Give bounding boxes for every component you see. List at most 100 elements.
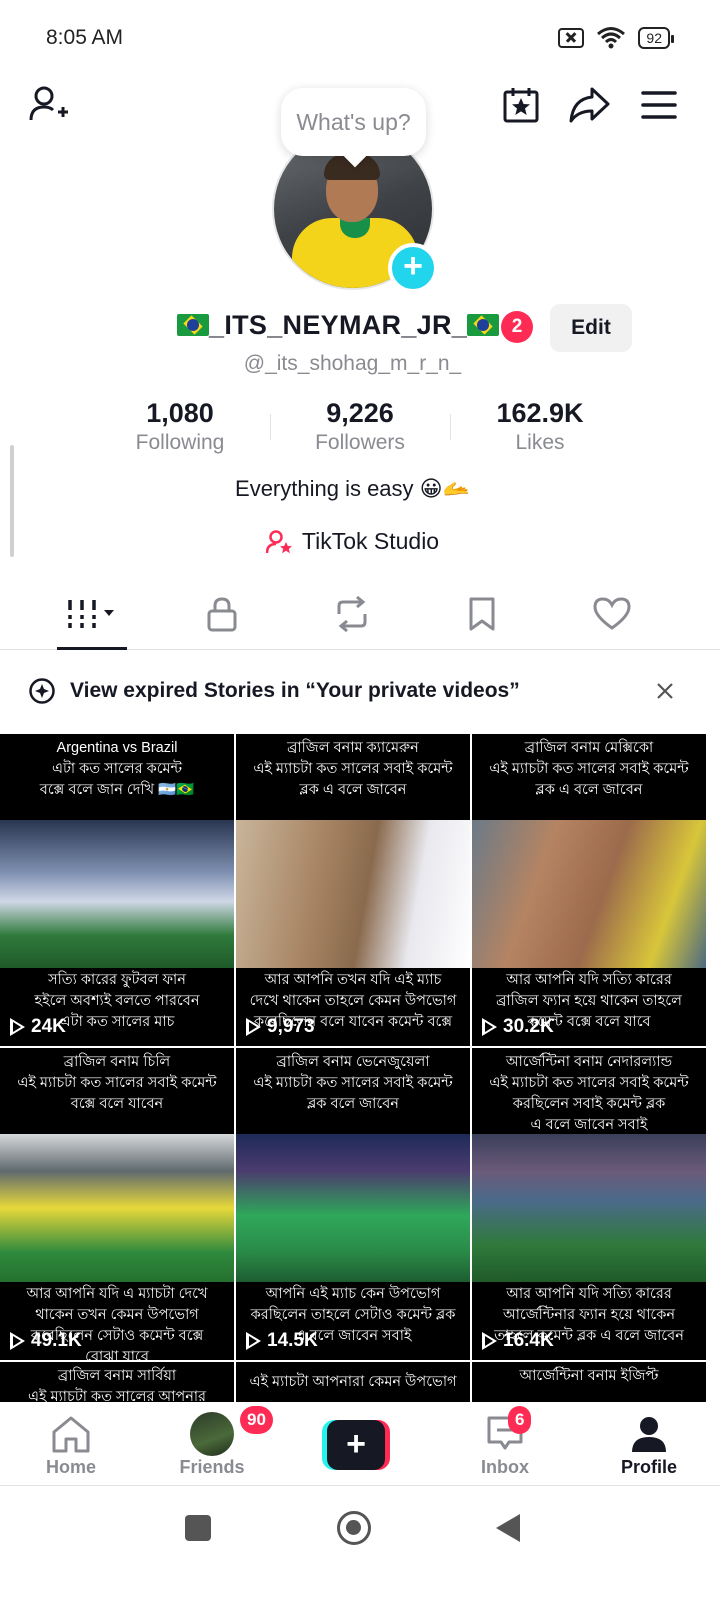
nav-inbox[interactable]: 6 Inbox: [450, 1402, 560, 1486]
following-label: Following: [135, 431, 225, 454]
tab-reposts[interactable]: [287, 578, 417, 649]
play-icon: [246, 1332, 261, 1350]
video-caption-top: Argentina vs Brazil এটা কত সালের কমেন্ট …: [39, 740, 195, 798]
expired-stories-banner[interactable]: View expired Stories in “Your private vi…: [0, 662, 720, 720]
likes-count: 162.9K: [496, 398, 584, 428]
view-count: 9,973: [246, 1016, 315, 1038]
video-tile[interactable]: ব্রাজিল বনাম মেক্সিকো এই ম্যাচটা কত সালে…: [472, 734, 706, 1046]
plus-icon: +: [327, 1420, 385, 1470]
tab-private[interactable]: [157, 578, 287, 649]
tab-videos[interactable]: [27, 578, 157, 650]
profile-bio[interactable]: Everything is easy 😀🫴: [0, 476, 705, 502]
friends-badge: 90: [240, 1406, 273, 1434]
nav-friends[interactable]: 90 Friends: [157, 1402, 273, 1486]
add-person-icon: [29, 86, 68, 121]
video-caption-top: আর্জেন্টিনা বনাম ইজিপ্ট: [519, 1368, 659, 1384]
scroll-indicator: [10, 445, 14, 557]
play-icon: [482, 1018, 497, 1036]
no-sim-icon: [558, 28, 585, 48]
bookmark-icon: [469, 597, 495, 630]
status-bar: 8:05 AM 92: [0, 0, 720, 80]
video-caption-top: ব্রাজিল বনাম সার্বিয়া এই ম্যাচটা কত সাল…: [27, 1368, 207, 1402]
play-icon: [10, 1018, 25, 1036]
video-tile[interactable]: আর্জেন্টিনা বনাম নেদারল্যান্ড এই ম্যাচটা…: [472, 1048, 706, 1360]
video-thumbnail: [236, 1134, 470, 1282]
inbox-badge: 6: [508, 1406, 532, 1434]
share-icon: [569, 87, 610, 123]
video-caption-top: ব্রাজিল বনাম মেক্সিকো এই ম্যাচটা কত সালে…: [489, 740, 689, 798]
video-thumbnail: [472, 820, 706, 968]
friends-avatar: [190, 1412, 234, 1456]
tab-liked[interactable]: [547, 578, 677, 649]
view-count: 14.5K: [246, 1330, 318, 1352]
video-tile[interactable]: এই ম্যাচটা আপনারা কেমন উপভোগ: [236, 1362, 470, 1402]
edit-profile-button[interactable]: Edit: [550, 304, 632, 352]
back-icon[interactable]: [494, 1512, 522, 1544]
studio-person-icon: [265, 529, 292, 553]
nav-home[interactable]: Home: [16, 1402, 126, 1486]
video-thumbnail: [0, 1134, 234, 1282]
calendar-star-icon: [503, 88, 539, 123]
menu-button[interactable]: [636, 82, 682, 128]
view-count: 30.2K: [482, 1016, 554, 1038]
heart-icon: [593, 596, 631, 630]
video-thumbnail: [0, 820, 234, 968]
lock-icon: [207, 596, 237, 631]
brazil-flag-icon: [467, 314, 500, 336]
close-banner-button[interactable]: [650, 676, 680, 706]
nav-home-label: Home: [45, 1457, 96, 1477]
play-icon: [10, 1332, 25, 1350]
notification-badge[interactable]: 2: [501, 311, 533, 343]
play-icon: [246, 1018, 261, 1036]
battery-indicator: 92: [638, 27, 674, 49]
status-time: 8:05 AM: [46, 26, 124, 49]
video-caption-top: আর্জেন্টিনা বনাম নেদারল্যান্ড এই ম্যাচটা…: [489, 1054, 689, 1133]
video-caption-top: ব্রাজিল বনাম ভেনেজুয়েলা এই ম্যাচটা কত স…: [253, 1054, 453, 1112]
grid-icon: [67, 599, 114, 628]
profile-stats: 1,080 Following 9,226 Followers 162.9K L…: [90, 398, 630, 462]
video-tile[interactable]: Argentina vs Brazil এটা কত সালের কমেন্ট …: [0, 734, 234, 1046]
expired-stories-text: View expired Stories in “Your private vi…: [70, 679, 520, 702]
video-tile[interactable]: ব্রাজিল বনাম সার্বিয়া এই ম্যাচটা কত সাল…: [0, 1362, 234, 1402]
play-icon: [482, 1332, 497, 1350]
share-button[interactable]: [566, 82, 612, 128]
plus-icon: +: [403, 247, 423, 285]
nav-profile-label: Profile: [620, 1457, 677, 1477]
following-count: 1,080: [146, 398, 214, 428]
video-tile[interactable]: আর্জেন্টিনা বনাম ইজিপ্ট: [472, 1362, 706, 1402]
video-thumbnail: [236, 820, 470, 968]
video-caption-top: ব্রাজিল বনাম চিলি এই ম্যাচটা কত সালের সব…: [17, 1054, 217, 1112]
status-icons: 92: [558, 26, 674, 50]
profile-tabs: [0, 578, 720, 650]
close-icon: [657, 683, 673, 699]
video-tile[interactable]: ব্রাজিল বনাম চিলি এই ম্যাচটা কত সালের সব…: [0, 1048, 234, 1360]
brazil-flag-icon: [177, 314, 209, 336]
add-story-button[interactable]: +: [388, 243, 438, 293]
repost-icon: [337, 595, 367, 632]
recents-button[interactable]: [185, 1515, 211, 1541]
video-tile[interactable]: ব্রাজিল বনাম ভেনেজুয়েলা এই ম্যাচটা কত স…: [236, 1048, 470, 1360]
tiktok-studio-link[interactable]: TikTok Studio: [0, 528, 705, 555]
view-count: 24K: [10, 1016, 66, 1038]
profile-icon: [632, 1417, 666, 1452]
video-caption-top: ব্রাজিল বনাম ক্যামেরুন এই ম্যাচটা কত সাল…: [253, 740, 453, 798]
followers-stat[interactable]: 9,226 Followers: [270, 398, 450, 462]
view-count: 49.1K: [10, 1330, 82, 1352]
tab-favorites[interactable]: [417, 578, 547, 649]
story-plus-icon: [29, 678, 55, 704]
home-system-button[interactable]: [337, 1511, 371, 1545]
likes-label: Likes: [515, 431, 565, 454]
video-grid: Argentina vs Brazil এটা কত সালের কমেন্ট …: [0, 734, 720, 1402]
following-stat[interactable]: 1,080 Following: [90, 398, 270, 462]
whats-up-tooltip[interactable]: What's up?: [281, 88, 426, 156]
nav-profile[interactable]: Profile: [594, 1402, 704, 1486]
create-button[interactable]: +: [322, 1420, 390, 1470]
username: @_its_shohag_m_r_n_: [243, 352, 462, 375]
bottom-navigation: Home 90 Friends + 6 Inbox Profile: [0, 1402, 720, 1486]
home-icon: [52, 1416, 90, 1453]
calendar-star-button[interactable]: [498, 82, 544, 128]
likes-stat[interactable]: 162.9K Likes: [450, 398, 630, 462]
system-navigation-bar: [0, 1487, 720, 1600]
add-friend-button[interactable]: [26, 82, 72, 128]
video-tile[interactable]: ব্রাজিল বনাম ক্যামেরুন এই ম্যাচটা কত সাল…: [236, 734, 470, 1046]
